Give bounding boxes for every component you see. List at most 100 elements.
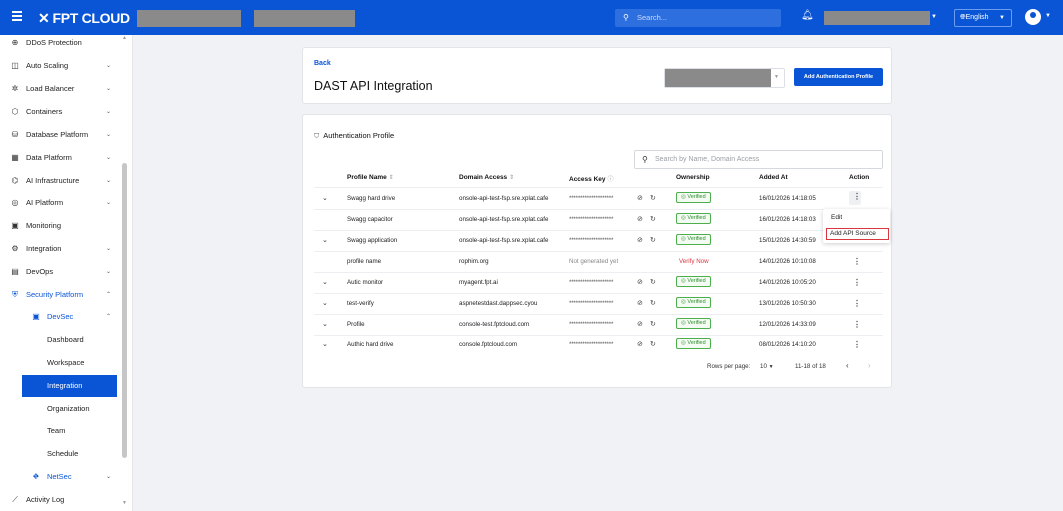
scroll-down-arrow-icon[interactable]: ▼ — [122, 500, 127, 506]
access-key: ******************** — [569, 300, 614, 307]
kebab-icon[interactable]: ⋮ — [853, 278, 861, 287]
sidebar-subitem-schedule[interactable]: Schedule — [0, 443, 120, 465]
back-link[interactable]: Back — [314, 60, 331, 67]
add-authentication-profile-button[interactable]: Add Authentication Profile — [794, 68, 883, 86]
sidebar-item-integration[interactable]: ⚙ Integration ⌄ — [0, 238, 120, 260]
kebab-icon[interactable]: ⋮ — [853, 320, 861, 329]
hamburger-menu-icon[interactable] — [12, 11, 22, 23]
brand-logo[interactable]: ✕ FPT CLOUD — [38, 10, 130, 26]
hide-key-icon[interactable]: ⊘ — [637, 194, 643, 202]
rows-per-page-select[interactable]: 10 ▼ — [760, 363, 774, 370]
expand-chevron-icon[interactable]: ⌄ — [322, 320, 328, 328]
regenerate-icon[interactable]: ↻ — [650, 194, 656, 202]
sidebar-item-devops[interactable]: ▤ DevOps ⌄ — [0, 261, 120, 283]
added-at: 12/01/2026 14:33:09 — [759, 321, 816, 328]
action-menu-button[interactable]: ⋮ — [849, 191, 861, 205]
hide-key-icon[interactable]: ⊘ — [637, 215, 643, 223]
chevron-down-icon: ⌄ — [106, 474, 112, 480]
sidebar-item-data-platform[interactable]: ▦ Data Platform ⌄ — [0, 147, 120, 169]
expand-chevron-icon[interactable]: ⌄ — [322, 236, 328, 244]
kebab-icon[interactable]: ⋮ — [853, 299, 861, 308]
fpt-logo-icon: ✕ — [38, 10, 50, 26]
sidebar-item-auto-scaling[interactable]: ◫ Auto Scaling ⌄ — [0, 55, 120, 77]
notification-bell-icon[interactable]: 🔔︎ — [801, 10, 814, 21]
language-select[interactable]: 🌐︎English ▼ — [954, 9, 1012, 27]
sidebar-item-activity-log[interactable]: ⟋ Activity Log — [0, 489, 120, 511]
sidebar-scrollbar[interactable] — [122, 163, 127, 458]
expand-chevron-icon[interactable]: ⌄ — [322, 299, 328, 307]
menu-item-add-api-source[interactable]: Add API Source — [826, 228, 889, 240]
menu-item-edit[interactable]: Edit — [831, 214, 842, 221]
table-row: Swagg capacitor onsole-api-test-fsp.sre.… — [303, 210, 893, 231]
sidebar-item-label: DevSec — [47, 312, 74, 321]
global-search-input[interactable]: ⚲ Search... — [615, 9, 781, 27]
column-header-profile-name[interactable]: Profile Name ⇕ — [347, 174, 394, 181]
status-badge-label: Verified — [687, 320, 706, 326]
regenerate-icon[interactable]: ↻ — [650, 340, 656, 348]
status-badge: ◎ Verified — [676, 276, 711, 287]
sidebar-item-netsec[interactable]: ⛖ NetSec ⌄ — [0, 466, 120, 488]
sidebar-item-monitoring[interactable]: ▣ Monitoring — [0, 215, 120, 237]
hide-key-icon[interactable]: ⊘ — [637, 278, 643, 286]
sidebar-subitem-team[interactable]: Team — [0, 420, 120, 442]
expand-chevron-icon[interactable]: ⌄ — [322, 194, 328, 202]
sidebar-item-label: Database Platform — [26, 130, 89, 139]
expand-chevron-icon[interactable]: ⌄ — [322, 278, 328, 286]
hide-key-icon[interactable]: ⊘ — [637, 320, 643, 328]
sidebar-item-containers[interactable]: ⬡ Containers ⌄ — [0, 101, 120, 123]
kebab-icon[interactable]: ⋮ — [853, 340, 861, 349]
hide-key-icon[interactable]: ⊘ — [637, 236, 643, 244]
redacted-account — [824, 11, 930, 25]
info-icon[interactable]: ⓘ — [608, 177, 614, 183]
regenerate-icon[interactable]: ↻ — [650, 236, 656, 244]
redacted-region[interactable] — [254, 10, 355, 27]
sidebar-item-ai-platform[interactable]: ◎ AI Platform ⌄ — [0, 192, 120, 214]
scroll-up-arrow-icon[interactable]: ▲ — [122, 35, 127, 41]
status-badge: ◎ Verified — [676, 213, 711, 224]
chevron-down-icon: ⌄ — [106, 86, 112, 92]
sidebar-item-load-balancer[interactable]: ✲ Load Balancer ⌄ — [0, 78, 120, 100]
column-header-label: Domain Access — [459, 174, 508, 181]
chevron-down-icon: ⌄ — [106, 109, 112, 115]
profile-search-input[interactable]: ⚲ Search by Name, Domain Access — [634, 150, 883, 169]
security-icon: ⛨ — [12, 290, 18, 299]
sort-icon: ⇕ — [509, 175, 515, 181]
expand-chevron-icon[interactable]: ⌄ — [322, 340, 328, 348]
sidebar-subitem-organization[interactable]: Organization — [0, 398, 120, 420]
sidebar-subitem-integration[interactable]: Integration — [22, 375, 117, 397]
account-select[interactable]: ▼ — [824, 9, 937, 27]
devops-icon: ▤ — [11, 267, 19, 276]
regenerate-icon[interactable]: ↻ — [650, 215, 656, 223]
regenerate-icon[interactable]: ↻ — [650, 299, 656, 307]
project-select[interactable]: ▼ — [664, 68, 785, 88]
access-key: ******************** — [569, 341, 614, 348]
added-at: 15/01/2026 14:30:59 — [759, 237, 816, 244]
verify-now-link[interactable]: Verify Now — [679, 258, 709, 265]
activity-log-icon: ⟋ — [12, 495, 18, 504]
sidebar-subitem-label: Dashboard — [47, 335, 84, 344]
regenerate-icon[interactable]: ↻ — [650, 278, 656, 286]
sidebar-item-devsec[interactable]: ▣ DevSec ⌃ — [0, 306, 120, 328]
kebab-icon[interactable]: ⋮ — [853, 257, 861, 266]
chevron-down-icon[interactable]: ▼ — [1045, 13, 1051, 19]
access-key: Not generated yet — [569, 258, 619, 265]
sidebar-subitem-dashboard[interactable]: Dashboard — [0, 329, 120, 351]
sidebar-item-database-platform[interactable]: ⛁ Database Platform ⌄ — [0, 124, 120, 146]
hide-key-icon[interactable]: ⊘ — [637, 299, 643, 307]
column-header-label: Profile Name — [347, 174, 387, 181]
sidebar-item-ai-infrastructure[interactable]: ⌬ AI Infrastructure ⌄ — [0, 170, 120, 192]
domain-access: aspnetestdast.dappsec.cyou — [459, 300, 538, 307]
column-header-domain-access[interactable]: Domain Access ⇕ — [459, 174, 514, 181]
sidebar-item-ddos-protection[interactable]: ⊕ DDoS Protection — [0, 32, 120, 54]
redacted-tenant[interactable] — [137, 10, 241, 27]
regenerate-icon[interactable]: ↻ — [650, 320, 656, 328]
user-avatar[interactable] — [1025, 9, 1041, 25]
hide-key-icon[interactable]: ⊘ — [637, 340, 643, 348]
status-badge-label: Verified — [687, 278, 706, 284]
sidebar-item-security-platform[interactable]: ⛨ Security Platform ⌃ — [0, 284, 120, 306]
prev-page-icon[interactable]: ‹ — [846, 361, 849, 370]
next-page-icon[interactable]: › — [868, 361, 871, 370]
sidebar-subitem-label: Team — [47, 426, 66, 435]
sidebar-subitem-workspace[interactable]: Workspace — [0, 352, 120, 374]
sidebar-item-label: Data Platform — [26, 153, 72, 162]
